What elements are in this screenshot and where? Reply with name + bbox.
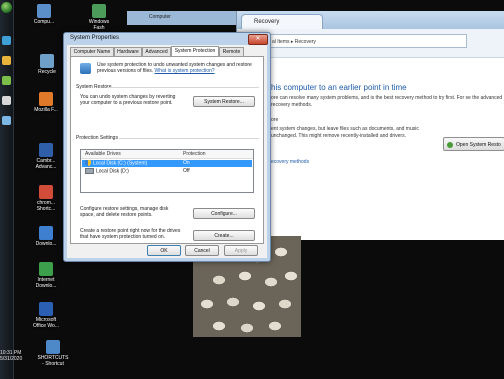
recovery-window: Recovery al Items ▸ Recovery his compute… [236, 11, 504, 240]
drive-name: Local Disk (C:) (System) [93, 160, 148, 167]
system-protection-panel: Use system protection to undo unwanted s… [70, 56, 264, 244]
desktop-icon-label: Mozilla F... [34, 107, 58, 113]
desktop-icon-label: Microsoft Office Wo... [33, 317, 59, 329]
tab-advanced[interactable]: Advanced [142, 47, 171, 56]
download-manager-icon [39, 262, 53, 276]
apply-button[interactable]: Apply [224, 245, 258, 256]
desktop-icon-computer[interactable]: Compu... [28, 4, 60, 25]
desktop-icon-recycle[interactable]: Recycle [31, 54, 63, 75]
app-taskbar-icon[interactable] [2, 76, 11, 85]
tab-hardware[interactable]: Hardware [114, 47, 142, 56]
desktop-icon-label: SHORTCUTS - Shortcut [37, 355, 69, 367]
close-button[interactable]: ✕ [248, 34, 268, 45]
divider [107, 87, 259, 88]
tab-label: Advanced [145, 49, 168, 55]
system-protection-icon [80, 63, 91, 74]
tab-system-protection[interactable]: System Protection [171, 46, 219, 56]
ok-button[interactable]: OK [147, 245, 181, 256]
what-is-system-protection-link[interactable]: What is system protection? [155, 68, 215, 74]
desktop-icon-downloads[interactable]: Downlo... [30, 226, 62, 247]
tab-label: Computer Name [73, 49, 111, 55]
computer-icon [37, 4, 51, 18]
control-panel-taskbar-icon[interactable] [2, 116, 11, 125]
start-button[interactable] [1, 2, 12, 13]
desktop-icon-label: Downlo... [35, 241, 57, 247]
desktop-icon-label: chrom... Shortc... [36, 200, 56, 212]
tab-remote[interactable]: Remote [219, 47, 244, 56]
chrome-icon [39, 185, 53, 199]
recycle-bin-icon [40, 54, 54, 68]
desktop-icon-label: Recycle [38, 69, 56, 75]
drive-c-name-cell: Local Disk (C:) (System) [85, 160, 147, 167]
desktop-icon-windows-fash[interactable]: Windows Fash [83, 4, 115, 31]
word-icon [39, 302, 53, 316]
desktop-icon-label: Internet Downlo... [35, 277, 57, 289]
system-restore-text: You can undo system changes by reverting… [80, 94, 176, 106]
firefox-icon [39, 92, 53, 106]
tab-label: System Protection [174, 48, 216, 54]
recovery-address-bar: al Items ▸ Recovery [237, 29, 504, 58]
protection-settings-heading: Protection Settings [76, 135, 118, 141]
recovery-restore-text: ent system changes, but leave files such… [271, 126, 419, 139]
folder-icon [39, 226, 53, 240]
divider [119, 138, 259, 139]
desktop-icon-label: Windows Fash [88, 19, 110, 31]
dialog-title: System Properties [70, 35, 120, 41]
drive-d-name-cell: Local Disk (D:) [85, 168, 129, 175]
taskbar [0, 0, 14, 379]
intro-text: Use system protection to undo unwanted s… [97, 62, 257, 74]
tab-label: Remote [222, 49, 241, 55]
drive-icon [85, 168, 94, 174]
system-drive-icon [85, 160, 91, 166]
tab-label: Hardware [117, 49, 139, 55]
drive-row-d[interactable]: Local Disk (D:) Off [82, 168, 252, 175]
desktop-icon-label: Cambr... Advanc... [35, 158, 57, 170]
explorer-taskbar-icon[interactable] [2, 56, 11, 65]
app-icon [39, 143, 53, 157]
desktop-icon-cambridge[interactable]: Cambr... Advanc... [30, 143, 62, 170]
recovery-tabbar: Recovery [237, 11, 504, 29]
create-button[interactable]: Create... [193, 230, 255, 241]
desktop-icon-mozilla[interactable]: Mozilla F... [30, 92, 62, 113]
desktop-icon-internet-download[interactable]: Internet Downlo... [30, 262, 62, 289]
recovery-subheading: ore [271, 117, 279, 123]
recovery-tab[interactable]: Recovery [241, 14, 323, 29]
computer-window[interactable]: Computer [127, 11, 241, 25]
configure-text: Configure restore settings, manage disk … [80, 206, 169, 218]
system-properties-dialog: System Properties ✕ Computer Name Hardwa… [63, 32, 271, 262]
open-system-restore-button[interactable]: Open System Resto [443, 137, 504, 151]
tab-computer-name[interactable]: Computer Name [70, 47, 114, 56]
computer-tab-label: Computer [149, 14, 171, 20]
desktop-icon-shortcuts[interactable]: SHORTCUTS - Shortcut [36, 340, 70, 367]
advanced-recovery-link[interactable]: ecovery methods [271, 159, 309, 165]
ie-taskbar-icon[interactable] [2, 36, 11, 45]
dialog-body: Computer Name Hardware Advanced System P… [67, 45, 267, 258]
app-taskbar-icon-2[interactable] [2, 96, 11, 105]
column-protection[interactable]: Protection [183, 150, 206, 158]
drives-list[interactable]: Available Drives Protection Local Disk (… [80, 149, 254, 193]
open-system-restore-label: Open System Resto [456, 142, 501, 148]
cancel-button[interactable]: Cancel [185, 245, 219, 256]
recovery-description: ore can resolve many system problems, an… [271, 95, 503, 108]
create-text: Create a restore point right now for the… [80, 228, 181, 240]
drive-protection-status: Off [183, 168, 190, 174]
drive-row-c[interactable]: Local Disk (C:) (System) On [82, 160, 252, 167]
recovery-heading: his computer to an earlier point in time [271, 83, 407, 92]
desktop-icon-label: Compu... [33, 19, 55, 25]
recovery-tab-label: Recovery [254, 19, 280, 25]
system-restore-button[interactable]: System Restore... [193, 96, 255, 107]
desktop-icon-word[interactable]: Microsoft Office Wo... [30, 302, 62, 329]
taskbar-clock[interactable]: 10:31 PM 5/31/2020 [0, 350, 40, 362]
configure-button[interactable]: Configure... [193, 208, 255, 219]
address-box[interactable]: al Items ▸ Recovery [267, 34, 467, 48]
desktop-icon-chrome[interactable]: chrom... Shortc... [30, 185, 62, 212]
drive-name: Local Disk (D:) [96, 168, 129, 175]
column-available-drives[interactable]: Available Drives [85, 150, 121, 158]
shortcut-icon [46, 340, 60, 354]
drive-protection-status: On [183, 160, 190, 166]
close-icon: ✕ [255, 36, 261, 42]
app-icon [92, 4, 106, 18]
clock-date: 5/31/2020 [0, 356, 23, 362]
system-restore-icon [447, 142, 453, 148]
